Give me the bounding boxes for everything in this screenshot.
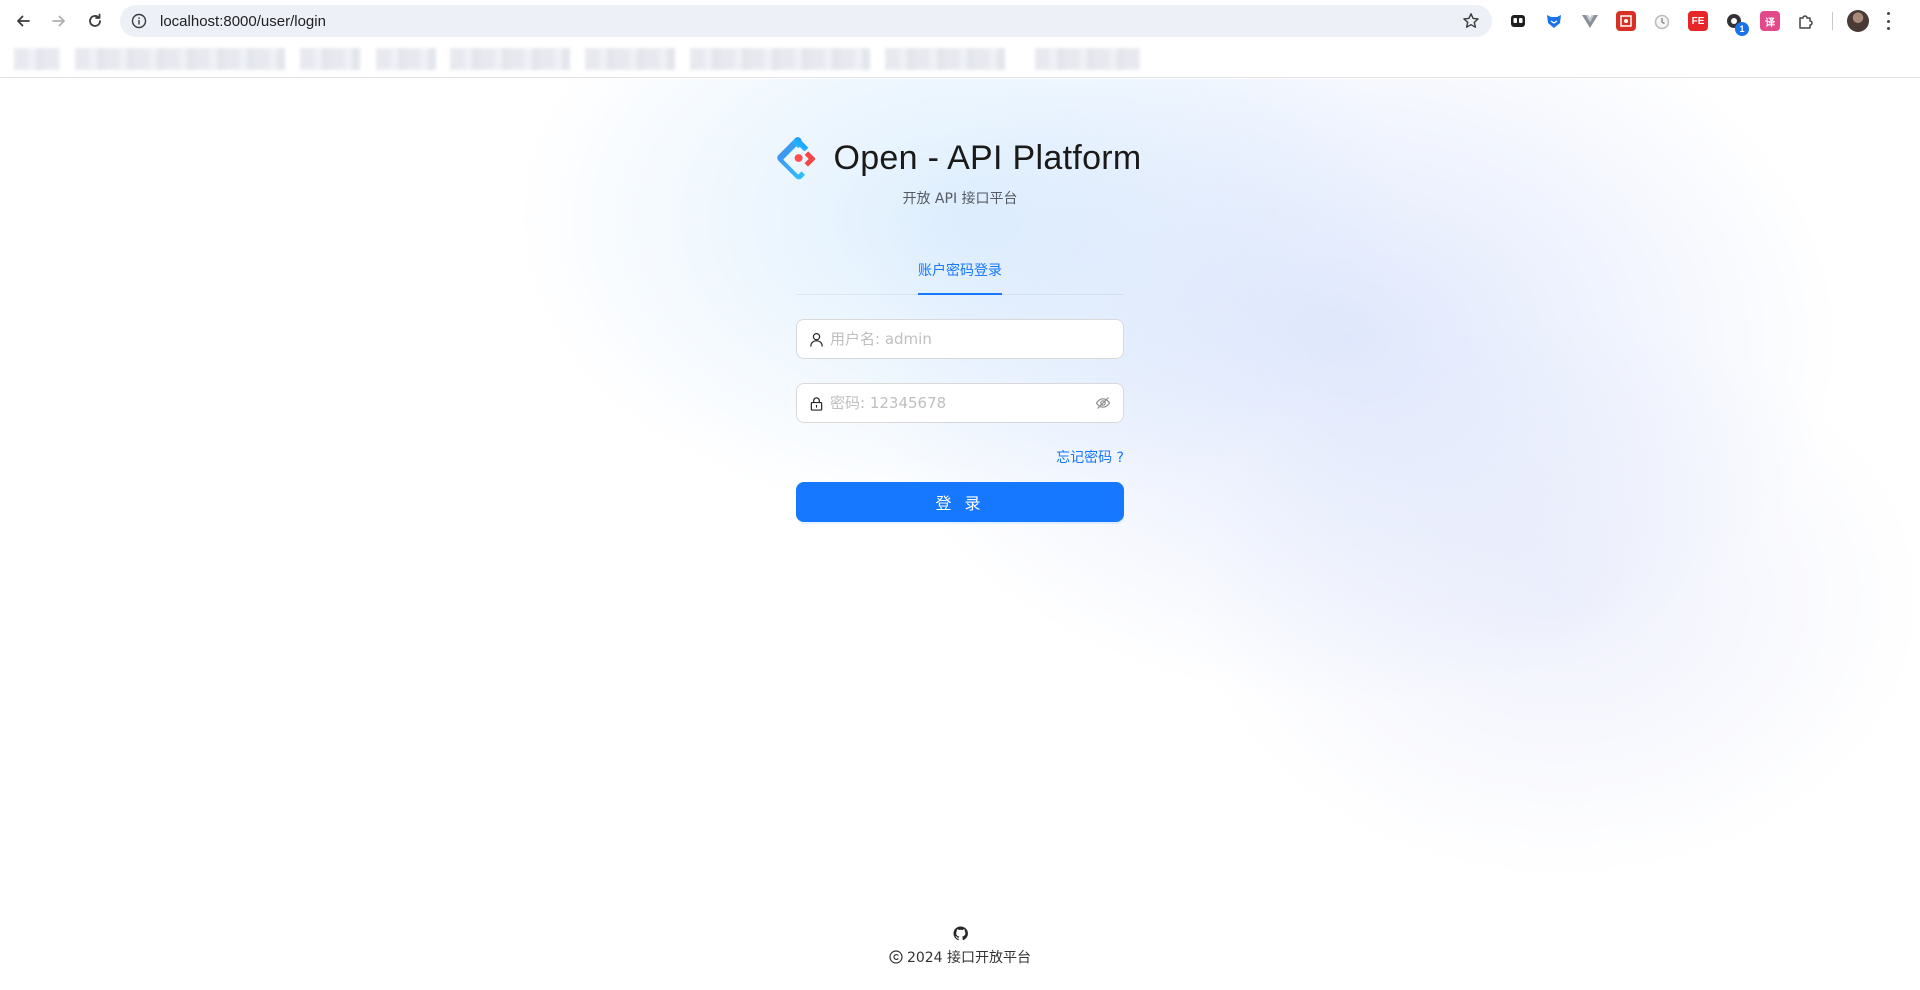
bookmarks-bar	[0, 42, 1920, 78]
page-title: Open - API Platform	[833, 138, 1142, 177]
ant-design-logo-icon	[777, 137, 816, 180]
forgot-row: 忘记密码 ?	[796, 447, 1124, 467]
bookmark-item[interactable]	[75, 48, 285, 70]
bookmark-item[interactable]	[300, 48, 360, 70]
github-icon[interactable]	[952, 925, 968, 941]
bookmark-item[interactable]	[1035, 48, 1140, 70]
browser-menu-icon[interactable]	[1885, 12, 1891, 30]
tab-manager-extension-icon[interactable]	[1508, 11, 1528, 31]
tab-ink-bar	[918, 293, 1002, 295]
login-page: Open - API Platform 开放 API 接口平台 账户密码登录 忘…	[0, 79, 1920, 990]
translate-extension-icon[interactable]: 译	[1760, 11, 1780, 31]
copyright-icon	[889, 950, 903, 964]
back-button[interactable]	[10, 8, 36, 34]
page-footer: 2024 接口开放平台	[0, 925, 1920, 967]
copyright-text: 2024 接口开放平台	[906, 950, 1032, 966]
url-text[interactable]: localhost:8000/user/login	[160, 13, 326, 30]
tab-account-password[interactable]: 账户密码登录	[918, 257, 1002, 294]
forward-button[interactable]	[46, 8, 72, 34]
reload-button[interactable]	[82, 8, 108, 34]
login-button[interactable]: 登 录	[796, 482, 1124, 522]
bookmark-item[interactable]	[885, 48, 1005, 70]
screenshot-extension-icon[interactable]	[1616, 11, 1636, 31]
proxy-extension-icon[interactable]: 1	[1724, 11, 1749, 36]
arrow-right-icon	[52, 15, 65, 27]
password-field[interactable]	[796, 383, 1124, 423]
toolbar-divider	[1832, 12, 1833, 30]
login-header: Open - API Platform 开放 API 接口平台	[0, 135, 1920, 208]
extensions-puzzle-icon[interactable]	[1796, 11, 1816, 31]
profile-avatar[interactable]	[1847, 10, 1869, 32]
page-subtitle: 开放 API 接口平台	[902, 191, 1018, 207]
timer-extension-icon[interactable]	[1652, 11, 1672, 31]
bookmark-item[interactable]	[690, 48, 870, 70]
password-input[interactable]	[830, 394, 1094, 412]
bookmark-item[interactable]	[585, 48, 675, 70]
reload-icon	[89, 13, 101, 27]
eye-invisible-icon[interactable]	[1094, 394, 1112, 412]
login-form: 账户密码登录 忘记密码 ? 登 录	[796, 257, 1124, 522]
username-field[interactable]	[796, 319, 1124, 359]
lock-icon	[808, 395, 824, 411]
brand: Open - API Platform	[775, 135, 1141, 181]
arrow-left-icon	[17, 15, 30, 27]
vue-devtools-extension-icon[interactable]	[1580, 11, 1600, 31]
bookmark-star-icon[interactable]	[1462, 12, 1480, 30]
bookmark-item[interactable]	[14, 48, 60, 70]
extensions-bar: FE 1 译	[1508, 8, 1891, 36]
fox-extension-icon[interactable]	[1544, 11, 1564, 31]
extension-badge: 1	[1735, 22, 1749, 36]
username-input[interactable]	[830, 330, 1112, 348]
address-bar[interactable]: localhost:8000/user/login	[120, 5, 1492, 37]
fe-helper-extension-icon[interactable]: FE	[1688, 11, 1708, 31]
login-tabs: 账户密码登录	[796, 257, 1124, 295]
browser-toolbar: localhost:8000/user/login FE 1 译	[0, 0, 1920, 42]
forgot-password-link[interactable]: 忘记密码 ?	[1056, 447, 1124, 467]
bookmark-item[interactable]	[450, 48, 570, 70]
user-icon	[808, 331, 824, 347]
site-info-icon[interactable]	[130, 12, 148, 30]
copyright: 2024 接口开放平台	[889, 947, 1031, 967]
bookmark-item[interactable]	[376, 48, 436, 70]
